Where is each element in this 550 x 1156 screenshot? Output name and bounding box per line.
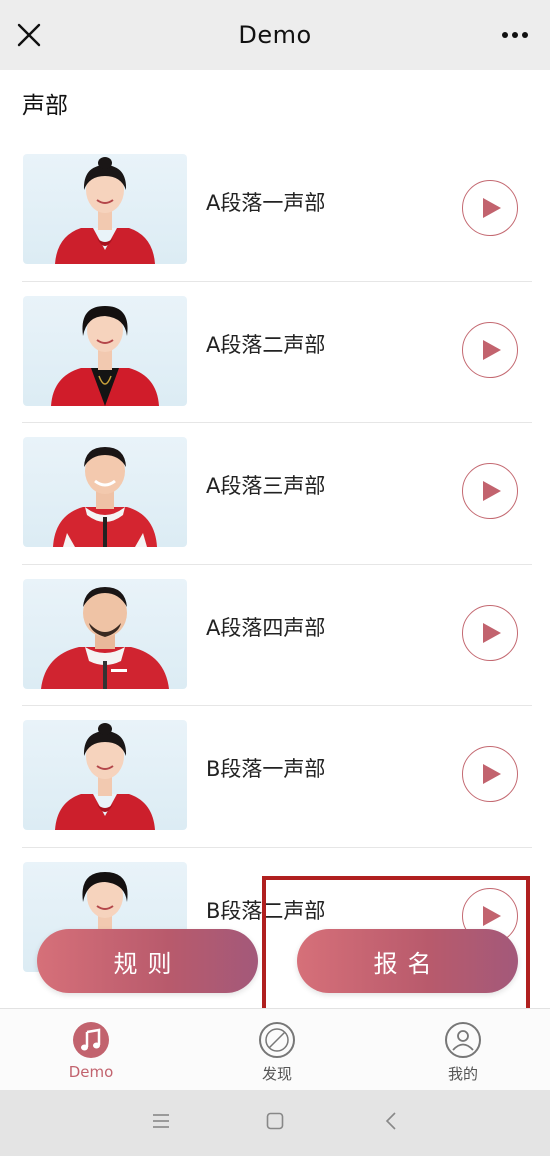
item-label: A段落一声部 (206, 191, 326, 215)
tab-bar: Demo 发现 我的 (0, 1008, 550, 1090)
play-icon (483, 339, 501, 360)
compass-icon (259, 1022, 295, 1058)
close-icon[interactable] (14, 20, 44, 50)
play-icon (483, 198, 501, 218)
singer-photo (23, 720, 187, 830)
play-button[interactable] (462, 180, 518, 236)
tab-label: Demo (68, 1063, 114, 1081)
play-button[interactable] (462, 746, 518, 802)
list-item[interactable]: A段落四声部 (0, 565, 550, 706)
item-label: A段落三声部 (206, 474, 326, 498)
system-nav-bar (0, 1090, 550, 1156)
play-button[interactable] (462, 604, 518, 661)
item-label: B段落二声部 (206, 898, 326, 923)
item-label: A段落四声部 (206, 615, 326, 640)
list-item[interactable]: A段落三声部 (0, 423, 550, 565)
tab-discover[interactable]: 发现 (217, 1021, 337, 1084)
item-label: A段落二声部 (206, 332, 326, 357)
singer-photo (23, 578, 187, 689)
list-item[interactable]: A段落二声部 (0, 282, 550, 423)
singer-photo (23, 295, 187, 406)
singer-photo (23, 437, 187, 547)
play-button[interactable] (462, 321, 518, 378)
home-square-icon[interactable] (266, 1112, 284, 1130)
singer-photo (23, 154, 187, 264)
page-title: Demo (238, 21, 312, 49)
profile-icon (445, 1022, 481, 1058)
play-icon (483, 622, 501, 643)
tab-mine[interactable]: 我的 (403, 1021, 523, 1084)
tab-label: 我的 (447, 1065, 478, 1083)
back-chevron-icon[interactable] (384, 1112, 398, 1130)
play-button[interactable] (462, 463, 518, 519)
tab-demo[interactable]: Demo (31, 1021, 151, 1081)
voice-part-list: A段落一声部 A段落二声部 A段落三声部 A段落四声部 B段落一声部 B段落二声… (0, 140, 550, 989)
list-item[interactable]: A段落一声部 (0, 140, 550, 282)
signup-button[interactable]: 报名 (297, 929, 518, 993)
item-label: B段落一声部 (206, 757, 326, 781)
music-note-icon (73, 1022, 109, 1058)
section-title: 声部 (22, 93, 68, 119)
more-dots-icon[interactable] (500, 25, 530, 45)
tab-label: 发现 (261, 1065, 292, 1083)
rules-button[interactable]: 规则 (37, 929, 258, 993)
play-icon (483, 764, 501, 784)
menu-icon[interactable] (152, 1112, 170, 1130)
top-bar: Demo (0, 0, 550, 70)
list-item[interactable]: B段落一声部 (0, 706, 550, 848)
play-icon (483, 481, 501, 501)
play-icon (483, 905, 501, 926)
